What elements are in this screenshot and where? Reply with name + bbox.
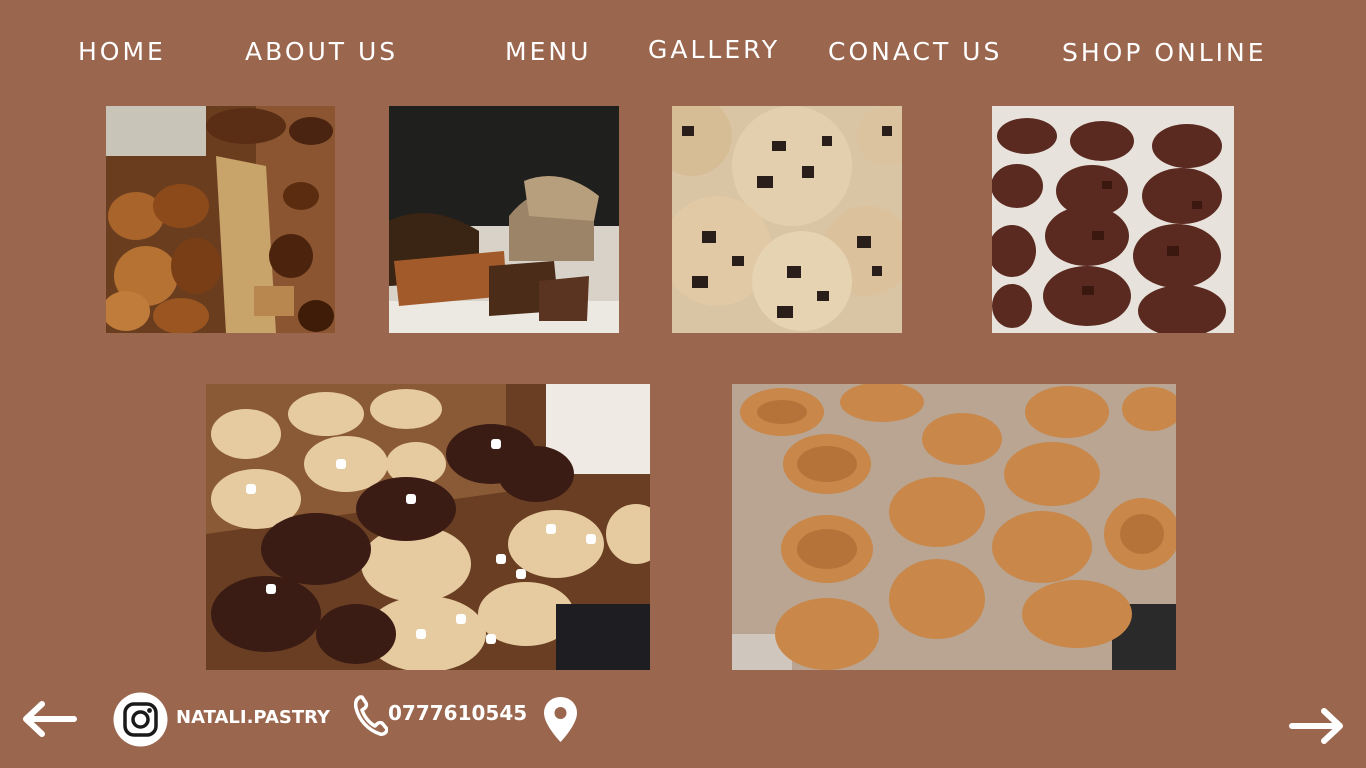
nav-contact-us[interactable]: CONACT US (828, 39, 1002, 64)
location-pin-icon[interactable] (543, 696, 578, 743)
sourdough-bread-photo (389, 106, 619, 333)
oat-cookies-tray-photo (732, 384, 1176, 670)
marshmallow-cookies-photo (206, 384, 650, 670)
arrow-left-icon[interactable] (22, 700, 78, 738)
instagram-icon[interactable] (113, 692, 168, 747)
nav-home[interactable]: HOME (78, 39, 166, 64)
nav-about-us[interactable]: ABOUT US (245, 39, 398, 64)
phone-number[interactable]: 0777610545 (388, 703, 527, 723)
nav-menu[interactable]: MENU (505, 39, 591, 64)
chocolate-chip-cookies-photo (672, 106, 902, 333)
nav-gallery[interactable]: GALLERY (648, 37, 780, 62)
nav-shop-online[interactable]: SHOP ONLINE (1062, 40, 1267, 65)
arrow-right-icon[interactable] (1288, 707, 1344, 745)
phone-icon (353, 694, 389, 736)
instagram-handle[interactable]: NATALI.PASTRY (176, 709, 330, 727)
pastry-rolls-photo (106, 106, 335, 333)
double-chocolate-cookies-photo (992, 106, 1234, 333)
